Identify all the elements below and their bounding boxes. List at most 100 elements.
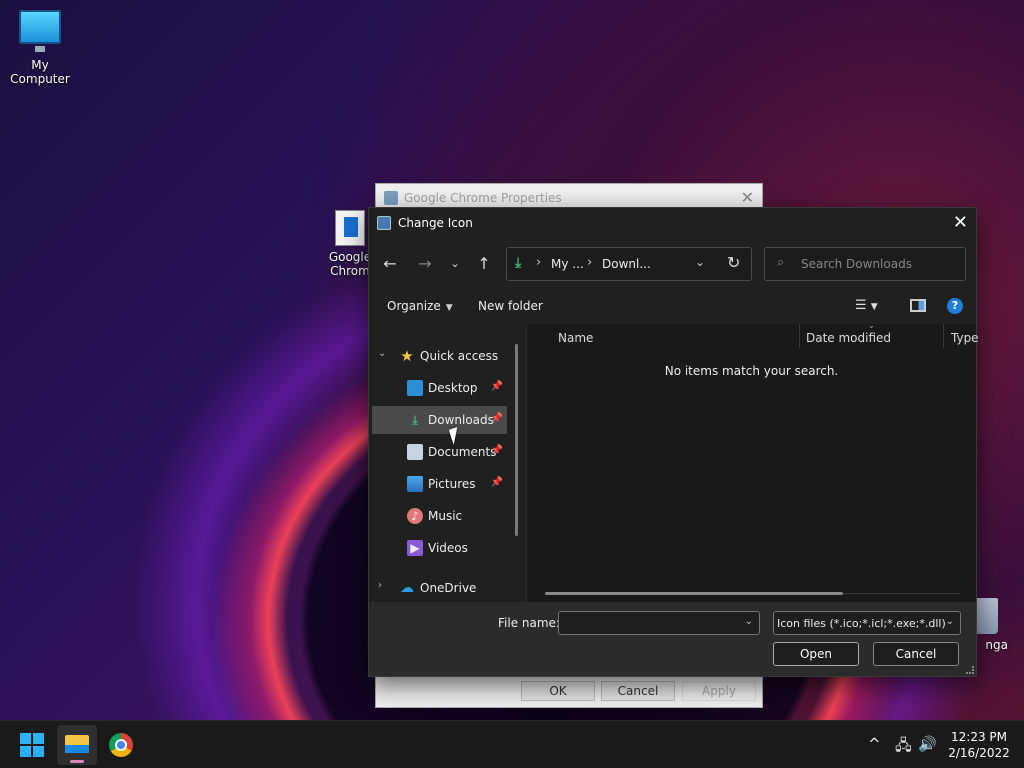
search-input[interactable] [801, 255, 959, 273]
file-list-pane: Name ⌄ Date modified Type No items match… [527, 321, 979, 602]
empty-folder-message: No items match your search. [664, 364, 839, 378]
pin-icon: 📌 [490, 477, 503, 488]
nav-item-desktop[interactable]: Desktop 📌 [372, 374, 507, 402]
command-bar: Organize ▼ New folder ☰ ▼ ? [369, 290, 976, 324]
view-options-icon[interactable]: ☰ ▼ [855, 298, 878, 313]
nav-item-label: Desktop [428, 381, 478, 395]
nav-pane-scrollbar[interactable] [515, 344, 518, 536]
column-header-date-modified[interactable]: Date modified [806, 331, 891, 345]
file-type-select[interactable]: Icon files (*.ico;*.icl;*.exe;*.dll) ⌄ [773, 611, 961, 635]
file-type-value: Icon files (*.ico;*.icl;*.exe;*.dll) [777, 617, 946, 630]
preview-pane-icon[interactable] [910, 299, 926, 312]
clock[interactable]: 12:23 PM 2/16/2022 [942, 729, 1016, 761]
my-computer-desktop-icon[interactable]: My Computer [2, 10, 78, 86]
monitor-icon [19, 10, 61, 52]
navigation-pane: ⌄ ★ Quick access Desktop 📌 ⤓ Downloads 📌… [369, 324, 527, 602]
navigation-bar: ← → ⌄ ↑ ⤓ › My ... › Downl... ⌄ ↻ ⌕ [369, 238, 976, 290]
file-name-field[interactable] [563, 615, 733, 631]
nav-item-label: Quick access [420, 349, 499, 363]
chevron-down-icon[interactable]: ⌄ [378, 348, 386, 359]
resize-grip-icon[interactable] [966, 666, 974, 674]
sort-indicator-icon: ⌄ [868, 321, 875, 330]
properties-apply-button[interactable]: Apply [682, 681, 756, 701]
download-icon: ⤓ [515, 255, 522, 271]
chrome-shortcut-desktop-icon[interactable]: Google Chrom [326, 210, 374, 278]
file-name-label: File name: [498, 616, 560, 630]
clock-date: 2/16/2022 [948, 746, 1010, 760]
volume-icon[interactable]: 🔊 [918, 735, 937, 753]
column-header-name[interactable]: Name [558, 331, 593, 345]
nav-item-documents[interactable]: Documents 📌 [372, 438, 507, 466]
nav-item-music[interactable]: ♪ Music [372, 502, 507, 530]
document-icon [407, 444, 423, 460]
refresh-icon[interactable]: ↻ [727, 253, 740, 272]
breadcrumb-segment[interactable]: My ... [551, 257, 584, 271]
nav-item-label: Videos [428, 541, 468, 555]
dialog-title-bar: Change Icon ✕ [369, 208, 976, 238]
shortcut-label-line1: Google [328, 250, 372, 264]
new-folder-button[interactable]: New folder [478, 299, 543, 313]
nav-item-pictures[interactable]: Pictures 📌 [372, 470, 507, 498]
open-button[interactable]: Open [773, 642, 859, 666]
properties-cancel-button[interactable]: Cancel [601, 681, 675, 701]
network-icon[interactable]: 🖧 [895, 735, 912, 760]
nav-item-label: Music [428, 509, 463, 523]
close-icon[interactable]: ✕ [953, 208, 968, 238]
pictures-icon [407, 476, 423, 492]
address-bar[interactable]: ⤓ › My ... › Downl... ⌄ ↻ [506, 247, 752, 281]
file-explorer-taskbar-button[interactable] [57, 725, 97, 765]
dialog-app-icon [377, 216, 391, 230]
dropdown-caret-icon: ▼ [445, 303, 453, 313]
shortcut-icon [335, 210, 365, 246]
cloud-icon: ☁ [400, 580, 414, 596]
chevron-down-icon[interactable]: ⌄ [745, 616, 753, 627]
file-name-combobox[interactable]: ⌄ [558, 611, 760, 635]
search-icon: ⌕ [777, 255, 785, 270]
properties-window-icon [384, 191, 398, 205]
breadcrumb-chevron-icon[interactable]: › [536, 255, 541, 270]
nav-item-videos[interactable]: ▶ Videos [372, 534, 507, 562]
pin-icon: 📌 [490, 381, 503, 392]
column-divider[interactable] [799, 324, 800, 348]
search-box[interactable]: ⌕ [764, 247, 966, 281]
breadcrumb-segment[interactable]: Downl... [602, 257, 651, 271]
recent-locations-chevron-icon[interactable]: ⌄ [443, 252, 467, 276]
breadcrumb-chevron-icon[interactable]: › [587, 255, 592, 270]
nav-item-downloads[interactable]: ⤓ Downloads 📌 [372, 406, 507, 434]
show-hidden-icons-chevron-icon[interactable]: ^ [868, 735, 881, 753]
nav-item-label: Documents [428, 445, 497, 459]
pin-icon: 📌 [490, 445, 503, 456]
chevron-right-icon[interactable]: › [378, 580, 382, 591]
horizontal-scrollbar-track[interactable] [843, 593, 960, 594]
organize-label: Organize [387, 299, 441, 313]
my-computer-label: My Computer [10, 58, 70, 86]
chrome-icon[interactable] [109, 733, 133, 757]
cancel-button[interactable]: Cancel [873, 642, 959, 666]
nav-item-label: Downloads [428, 413, 494, 427]
start-button-windows-icon[interactable] [20, 733, 44, 757]
clock-time: 12:23 PM [951, 730, 1007, 744]
organize-button[interactable]: Organize ▼ [387, 299, 453, 313]
properties-title: Google Chrome Properties [404, 191, 562, 205]
forward-arrow-icon[interactable]: → [413, 252, 437, 276]
dialog-footer: File name: ⌄ Icon files (*.ico;*.icl;*.e… [369, 602, 976, 676]
back-arrow-icon[interactable]: ← [378, 252, 402, 276]
horizontal-scrollbar-thumb[interactable] [545, 592, 843, 595]
nav-item-onedrive[interactable]: › ☁ OneDrive [372, 574, 507, 602]
help-icon[interactable]: ? [947, 298, 963, 314]
properties-ok-button[interactable]: OK [521, 681, 595, 701]
download-icon: ⤓ [412, 413, 418, 427]
nav-item-quick-access[interactable]: ⌄ ★ Quick access [372, 342, 507, 370]
nav-item-label: Pictures [428, 477, 476, 491]
nav-item-label: OneDrive [420, 581, 477, 595]
up-arrow-icon[interactable]: ↑ [472, 252, 496, 276]
active-indicator [70, 760, 84, 763]
music-icon: ♪ [407, 508, 423, 524]
dialog-title: Change Icon [398, 216, 473, 230]
chevron-down-icon: ⌄ [945, 616, 954, 627]
address-dropdown-icon[interactable]: ⌄ [695, 255, 705, 269]
star-icon: ★ [400, 347, 414, 365]
desktop-icon [407, 380, 423, 396]
column-header-type[interactable]: Type [951, 331, 979, 345]
column-divider[interactable] [943, 324, 944, 348]
